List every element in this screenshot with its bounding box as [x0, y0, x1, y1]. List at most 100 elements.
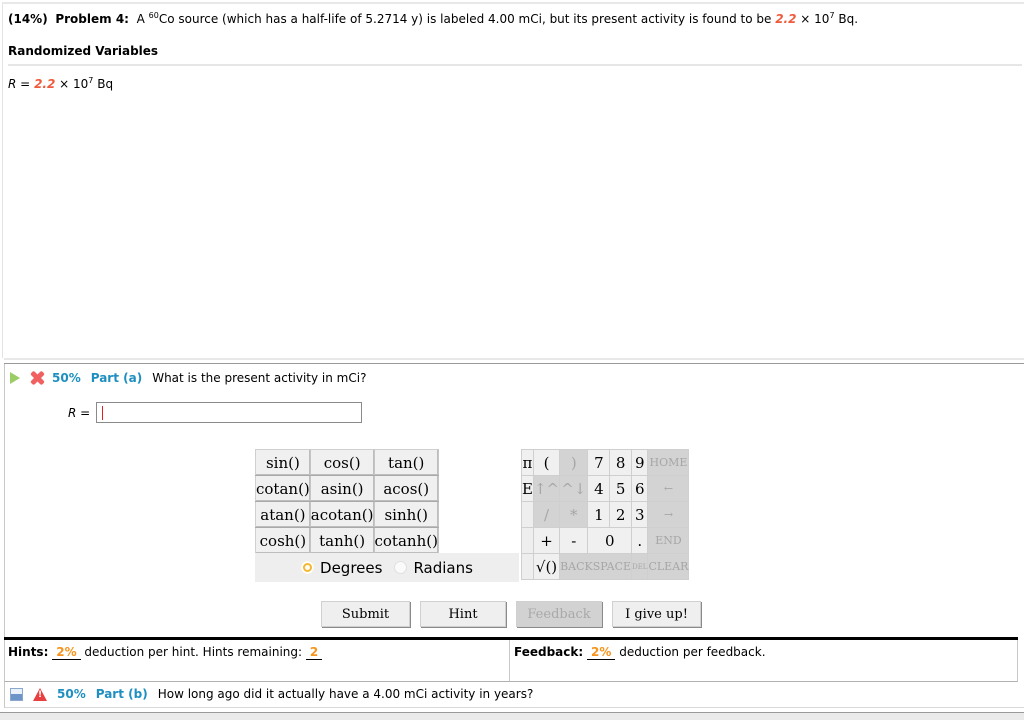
answer-input[interactable] — [96, 402, 363, 423]
problem-text-b: Co source (which has a half-life of 5.27… — [158, 12, 772, 26]
unit: Bq. — [838, 12, 859, 26]
key-0[interactable]: 0 — [587, 527, 633, 554]
hint-deduction: 2% — [52, 645, 81, 660]
cosh-key[interactable]: cosh() — [255, 527, 311, 554]
feedback-info: Feedback: 2% deduction per feedback. — [514, 645, 766, 660]
part-b-header[interactable]: 50% Part (b) How long ago did it actuall… — [10, 687, 533, 701]
minus-key[interactable]: - — [559, 527, 589, 554]
key-9[interactable]: 9 — [631, 449, 649, 476]
text-caret — [102, 406, 104, 420]
part-b-label: Part (b) — [95, 687, 148, 701]
feedback-button[interactable]: Feedback — [516, 601, 602, 627]
key-7[interactable]: 7 — [587, 449, 611, 476]
problem-weight: (14%) — [8, 12, 48, 26]
unit: Bq — [97, 77, 114, 91]
home-key[interactable]: HOME — [647, 449, 690, 476]
cotanh-key[interactable]: cotanh() — [373, 527, 439, 554]
part-a-header: 50% Part (a) What is the present activit… — [10, 371, 366, 385]
blank-key — [521, 527, 534, 554]
key-4[interactable]: 4 — [587, 475, 611, 502]
sin-key[interactable]: sin() — [255, 449, 311, 476]
pi-key[interactable]: π — [521, 449, 534, 476]
superscript-up-key[interactable]: ↑^ — [532, 475, 561, 502]
hint-button[interactable]: Hint — [420, 601, 506, 627]
asin-key[interactable]: asin() — [309, 475, 375, 502]
var-name: R — [8, 77, 17, 91]
delete-key[interactable]: DEL — [631, 553, 649, 580]
multiply-key[interactable]: * — [559, 501, 589, 528]
incorrect-x-icon — [30, 371, 44, 385]
sqrt-key[interactable]: √() — [532, 553, 561, 580]
play-icon[interactable] — [10, 372, 20, 384]
sinh-key[interactable]: sinh() — [373, 501, 439, 528]
divide-key[interactable]: / — [532, 501, 561, 528]
degrees-label[interactable]: Degrees — [320, 559, 382, 577]
key-8[interactable]: 8 — [609, 449, 633, 476]
problem-label: Problem 4: — [55, 12, 129, 26]
tanh-key[interactable]: tanh() — [309, 527, 375, 554]
clear-key[interactable]: CLEAR — [647, 553, 690, 580]
isotope-mass: 60 — [148, 11, 159, 20]
key-2[interactable]: 2 — [609, 501, 633, 528]
bottom-bar — [0, 712, 1024, 720]
end-key[interactable]: END — [647, 527, 690, 554]
divider — [8, 64, 1022, 66]
answer-row: R = — [68, 402, 363, 423]
cotan-key[interactable]: cotan() — [255, 475, 311, 502]
key-1[interactable]: 1 — [587, 501, 611, 528]
times-ten: × 10 — [59, 77, 89, 91]
divider — [4, 358, 1024, 360]
radians-label[interactable]: Radians — [413, 559, 473, 577]
key-3[interactable]: 3 — [631, 501, 649, 528]
numeric-keypad: π ( ) 7 8 9 HOME E ↑^ ^↓ 4 5 6 ← / * 1 2… — [521, 449, 690, 580]
document-icon — [10, 687, 23, 701]
radians-radio[interactable] — [394, 561, 408, 574]
superscript-down-key[interactable]: ^↓ — [559, 475, 589, 502]
acotan-key[interactable]: acotan() — [309, 501, 375, 528]
warning-icon — [33, 687, 47, 701]
e-key[interactable]: E — [521, 475, 534, 502]
part-b-question: How long ago did it actually have a 4.00… — [157, 687, 534, 701]
key-6[interactable]: 6 — [631, 475, 649, 502]
randomized-variables-title: Randomized Variables — [8, 44, 159, 58]
randomized-variable-r: R = 2.2 × 107 Bq — [8, 76, 114, 92]
blank-key — [521, 553, 534, 580]
backspace-key[interactable]: BACKSPACE — [559, 553, 633, 580]
hints-label: Hints: — [8, 645, 49, 659]
left-paren-key[interactable]: ( — [532, 449, 561, 476]
right-paren-key[interactable]: ) — [559, 449, 589, 476]
part-a-question: What is the present activity in mCi? — [152, 371, 367, 385]
random-value: 2.2 — [775, 12, 797, 26]
part-a-weight: 50% — [52, 371, 81, 385]
problem-page: (14%) Problem 4: A 60Co source (which ha… — [0, 0, 1024, 720]
blank-key — [521, 501, 534, 528]
degrees-radio[interactable] — [301, 561, 315, 574]
cos-key[interactable]: cos() — [309, 449, 375, 476]
atan-key[interactable]: atan() — [255, 501, 311, 528]
give-up-button[interactable]: I give up! — [612, 601, 701, 627]
key-5[interactable]: 5 — [609, 475, 633, 502]
exponent: 7 — [829, 11, 835, 20]
tan-key[interactable]: tan() — [373, 449, 439, 476]
acos-key[interactable]: acos() — [373, 475, 439, 502]
function-keypad: sin() cos() tan() cotan() asin() acos() … — [255, 449, 439, 554]
plus-key[interactable]: + — [532, 527, 561, 554]
hints-text: deduction per hint. Hints remaining: — [84, 645, 303, 659]
hints-remaining: 2 — [305, 645, 323, 660]
left-arrow-key[interactable]: ← — [647, 475, 690, 502]
feedback-text: deduction per feedback. — [619, 645, 766, 659]
angle-mode-selector: Degrees Radians — [255, 553, 519, 582]
submit-button[interactable]: Submit — [321, 601, 410, 627]
feedback-deduction: 2% — [587, 645, 616, 660]
var-value: 2.2 — [34, 77, 56, 91]
part-a-label: Part (a) — [90, 371, 143, 385]
feedback-label: Feedback: — [514, 645, 584, 659]
problem-text-a: A — [136, 12, 145, 26]
equals: = — [20, 77, 31, 91]
decimal-key[interactable]: . — [631, 527, 649, 554]
answer-label: R = — [68, 405, 91, 420]
problem-statement: (14%) Problem 4: A 60Co source (which ha… — [8, 11, 859, 27]
exponent: 7 — [88, 76, 94, 85]
part-b-weight: 50% — [57, 687, 86, 701]
right-arrow-key[interactable]: → — [647, 501, 690, 528]
